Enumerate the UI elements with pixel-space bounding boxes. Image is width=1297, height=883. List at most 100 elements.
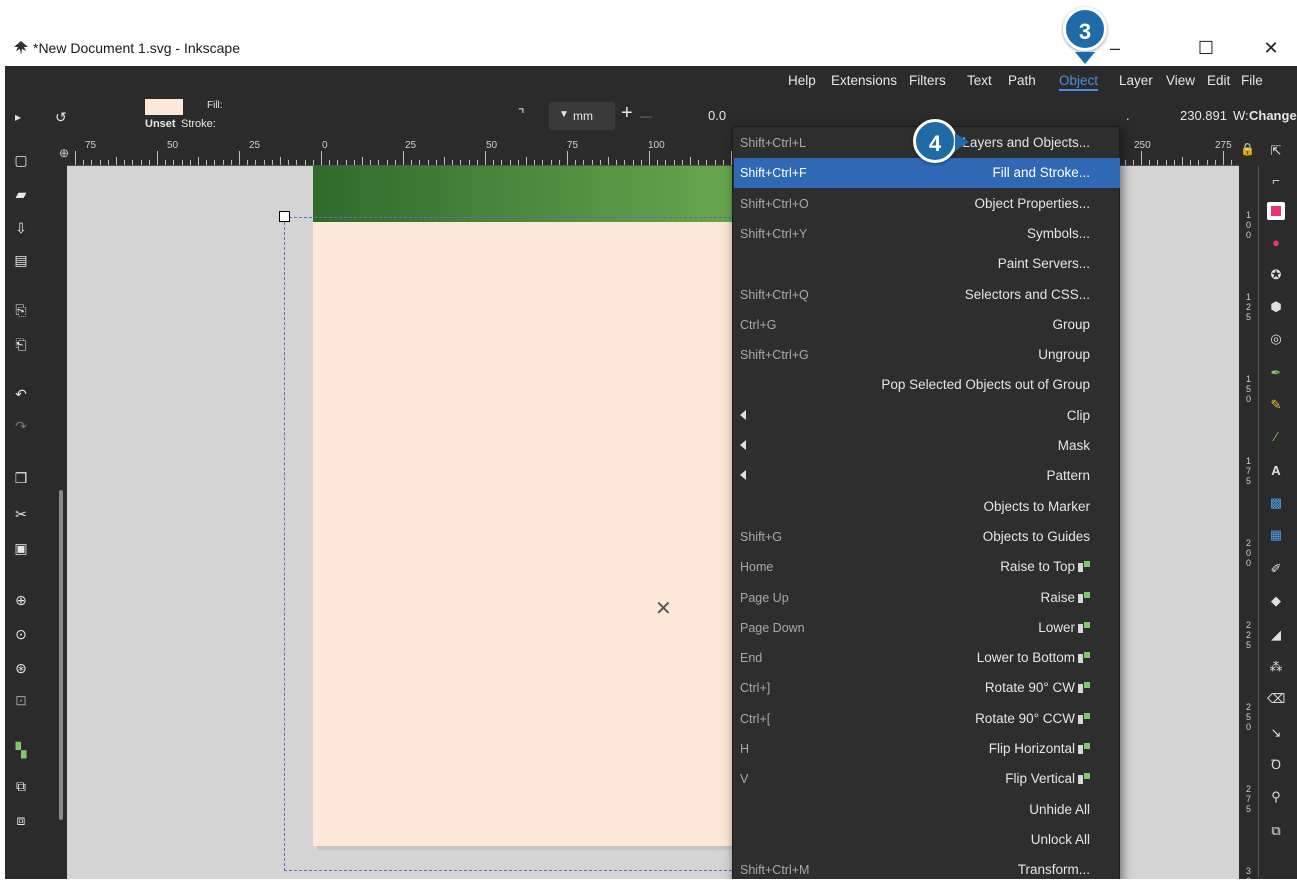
duplicate-icon[interactable]: ▚ bbox=[13, 742, 29, 758]
menu-item-objects-to-marker[interactable]: Objects to Marker bbox=[734, 492, 1120, 522]
menu-item-pop-selected-objects-out-of-group[interactable]: Pop Selected Objects out of Group bbox=[734, 370, 1120, 400]
menu-edit[interactable]: Edit bbox=[1207, 73, 1230, 88]
calligraphy-tool-icon[interactable]: ⁄ bbox=[1267, 428, 1285, 446]
menu-path[interactable]: Path bbox=[1008, 73, 1036, 88]
menu-item-lower[interactable]: Page Down Lower bbox=[734, 613, 1120, 643]
menu-item-objects-to-guides[interactable]: Shift+G Objects to Guides bbox=[734, 522, 1120, 552]
menu-object[interactable]: Object bbox=[1059, 73, 1099, 91]
star-tool-icon[interactable]: ✪ bbox=[1267, 266, 1285, 284]
menu-text[interactable]: Text bbox=[967, 73, 992, 88]
open-folder-icon[interactable]: ▰ bbox=[13, 186, 29, 202]
menu-item-rotate-90-ccw[interactable]: Ctrl+[Rotate 90° CCW bbox=[734, 704, 1120, 734]
menu-item-raise-to-top[interactable]: Home Raise to Top bbox=[734, 552, 1120, 582]
menu-help[interactable]: Help bbox=[788, 73, 816, 88]
zoom-page-icon[interactable]: ⊛ bbox=[13, 660, 29, 676]
paint-bucket-tool-icon[interactable]: ◆ bbox=[1267, 592, 1285, 610]
menu-item-unlock-all[interactable]: Unlock All bbox=[734, 825, 1120, 855]
unit-select[interactable]: ▼ mm bbox=[549, 102, 615, 130]
step-4-callout: 4 bbox=[913, 119, 957, 163]
pen-tool-icon[interactable]: ✒ bbox=[1267, 364, 1285, 382]
menu-item-ungroup[interactable]: Shift+Ctrl+G Ungroup bbox=[734, 340, 1120, 370]
zoom-drawing-icon[interactable]: ⊙ bbox=[13, 626, 29, 642]
menu-item-group[interactable]: Ctrl+G Group bbox=[734, 310, 1120, 340]
plus-icon[interactable]: + bbox=[621, 102, 633, 125]
menu-item-shortcut: Ctrl+] bbox=[740, 681, 771, 696]
menu-item-unhide-all[interactable]: Unhide All bbox=[734, 795, 1120, 825]
copy-icon[interactable]: ❐ bbox=[13, 470, 29, 486]
undo-icon[interactable]: ↶ bbox=[13, 386, 29, 402]
connector-tool-icon[interactable]: ↘ bbox=[1267, 724, 1285, 742]
import-icon[interactable]: ⎘ bbox=[13, 302, 29, 318]
menu-item-flip-vertical[interactable]: V Flip Vertical bbox=[734, 764, 1120, 794]
node-tool-icon[interactable]: ⌐ bbox=[1267, 172, 1285, 190]
menu-item-flip-horizontal[interactable]: H Flip Horizontal bbox=[734, 734, 1120, 764]
ruler-tick bbox=[657, 160, 659, 165]
ruler-tick bbox=[509, 160, 511, 165]
menu-item-object-properties[interactable]: Shift+Ctrl+O Object Properties... bbox=[734, 189, 1120, 219]
menu-item-fill-and-stroke[interactable]: Shift+Ctrl+F Fill and Stroke... bbox=[734, 158, 1120, 189]
spiral-tool-icon[interactable]: ◎ bbox=[1267, 330, 1285, 348]
minus-icon[interactable]: — bbox=[640, 109, 652, 123]
rotate-icon[interactable]: ↺ bbox=[55, 109, 67, 126]
toolbar-expand-icon[interactable]: ▸ bbox=[15, 110, 21, 124]
menu-item-mask[interactable]: Mask bbox=[734, 431, 1120, 461]
menu-layer[interactable]: Layer bbox=[1119, 73, 1153, 88]
menu-file[interactable]: File bbox=[1241, 73, 1263, 88]
menu-item-transform[interactable]: Shift+Ctrl+M Transform... bbox=[734, 855, 1120, 879]
ruler-label: 2 0 0 bbox=[1246, 538, 1252, 568]
x-value[interactable]: 0.0 bbox=[708, 108, 726, 123]
maximize-button[interactable]: ☐ bbox=[1183, 34, 1229, 62]
paste-icon[interactable]: ▣ bbox=[13, 540, 29, 556]
menu-item-label: Objects to Marker bbox=[983, 499, 1090, 514]
menu-filters[interactable]: Filters bbox=[909, 73, 946, 88]
new-document-icon[interactable]: ▢ bbox=[13, 152, 29, 168]
eraser-tool-icon[interactable]: ⌫ bbox=[1267, 690, 1285, 708]
save-icon[interactable]: ⇩ bbox=[13, 220, 29, 236]
close-button[interactable]: ✕ bbox=[1248, 34, 1294, 62]
lock-icon[interactable]: 🔒 bbox=[1240, 142, 1255, 156]
w-value[interactable]: 230.891 bbox=[1180, 108, 1227, 123]
print-icon[interactable]: ▤ bbox=[13, 252, 29, 268]
selector-tool-icon[interactable]: ⇱ bbox=[1267, 142, 1285, 160]
measure-tool-icon[interactable]: Ꝺ bbox=[1267, 756, 1285, 774]
pages-tool-icon[interactable]: ⧉ bbox=[1267, 822, 1285, 840]
tweak-tool-icon[interactable]: ◢ bbox=[1267, 626, 1285, 644]
menu-item-clip[interactable]: Clip bbox=[734, 401, 1120, 431]
gradient-tool-icon[interactable]: ▩ bbox=[1267, 494, 1285, 512]
text-tool-icon[interactable]: A bbox=[1267, 462, 1285, 480]
menu-item-pattern[interactable]: Pattern bbox=[734, 461, 1120, 491]
rectangle-tool-icon[interactable] bbox=[1267, 202, 1285, 220]
3d-box-tool-icon[interactable]: ⬢ bbox=[1267, 298, 1285, 316]
zoom-center-icon[interactable]: ⊡ bbox=[13, 692, 29, 708]
rotation-center-icon[interactable]: ✕ bbox=[655, 596, 672, 621]
redo-icon[interactable]: ↷ bbox=[13, 418, 29, 434]
menu-item-rotate-90-cw[interactable]: Ctrl+] Rotate 90° CW bbox=[734, 673, 1120, 703]
export-icon[interactable]: ⎗ bbox=[13, 336, 29, 352]
menu-view[interactable]: View bbox=[1166, 73, 1195, 88]
menu-item-label: Transform... bbox=[1018, 862, 1090, 877]
selection-handle[interactable] bbox=[279, 211, 290, 222]
menu-item-lower-to-bottom[interactable]: End Lower to Bottom bbox=[734, 643, 1120, 673]
clone-icon[interactable]: ⧉ bbox=[13, 778, 29, 794]
ellipse-tool-icon[interactable]: ● bbox=[1267, 234, 1285, 252]
canvas-scrollbar[interactable] bbox=[59, 490, 63, 820]
cut-icon[interactable]: ✂ bbox=[13, 506, 29, 522]
fill-swatch[interactable] bbox=[145, 99, 183, 115]
menu-item-text: Selectors and CSS... bbox=[964, 286, 1090, 302]
zoom-tool-icon[interactable]: ⚲ bbox=[1267, 788, 1285, 806]
menu-item-paint-servers[interactable]: Paint Servers... bbox=[734, 249, 1120, 279]
spray-tool-icon[interactable]: ⁂ bbox=[1267, 658, 1285, 676]
ellipsis-icon: . bbox=[1126, 108, 1130, 123]
menu-item-selectors-and-css[interactable]: Shift+Ctrl+Q Selectors and CSS... bbox=[734, 280, 1120, 310]
mesh-tool-icon[interactable]: ▦ bbox=[1267, 526, 1285, 544]
menu-item-symbols[interactable]: Shift+Ctrl+Y Symbols... bbox=[734, 219, 1120, 249]
dropper-tool-icon[interactable]: ✐ bbox=[1267, 560, 1285, 578]
unlink-clone-icon[interactable]: ⧈ bbox=[13, 812, 29, 828]
green-rectangle[interactable] bbox=[313, 166, 743, 222]
pencil-tool-icon[interactable]: ✎ bbox=[1267, 396, 1285, 414]
menu-item-raise[interactable]: Page Up Raise bbox=[734, 583, 1120, 613]
zoom-selection-icon[interactable]: ⊕ bbox=[13, 592, 29, 608]
menu-extensions[interactable]: Extensions bbox=[831, 73, 897, 88]
ruler-tick bbox=[181, 160, 183, 165]
zoom-icon[interactable]: ⊕ bbox=[59, 146, 69, 160]
